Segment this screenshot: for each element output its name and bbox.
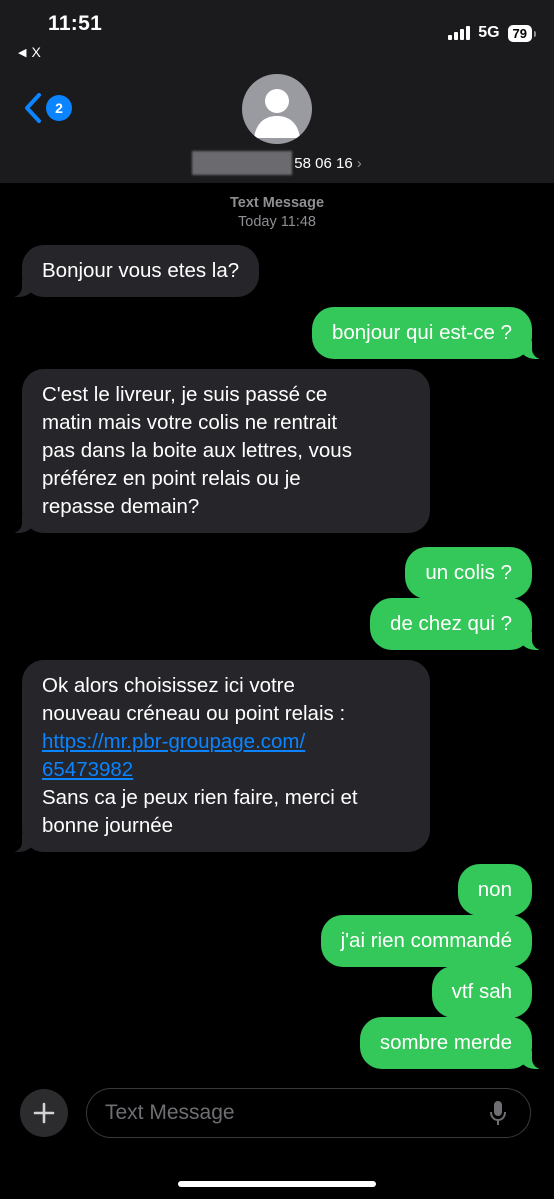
message-text: vtf sah [451,980,512,1003]
thread-timestamp: Today 11:48 [238,214,316,230]
contact-number: 58 06 16 [294,154,353,172]
message-outgoing[interactable]: j'ai rien commandé [320,915,532,967]
message-line: préférez en point relais ou je [42,467,301,490]
message-text: bonjour qui est-ce ? [331,321,512,344]
message-line: nouveau créneau ou point relais : [42,702,346,725]
return-app-label: X [31,44,41,60]
message-text: non [477,878,512,901]
message-outgoing[interactable]: vtf sah [431,966,532,1018]
message-incoming[interactable]: Bonjour vous etes la? [11,245,260,297]
message-link-line: 65473982 [42,758,134,781]
back-triangle-icon: ◀ [18,46,27,59]
contact-avatar[interactable] [242,74,312,144]
apps-button[interactable] [20,1089,68,1137]
thread-info: Text Message Today 11:48 [0,194,554,232]
thread-service-label: Text Message [229,195,325,211]
redacted-number [192,151,293,175]
chevron-left-icon [25,93,41,123]
message-line: Ok alors choisissez ici votre [42,674,295,697]
chevron-right-icon: › [356,154,362,172]
conversation-header: 11:51 ◀ X 5G 79 2 58 06 16 › [0,0,554,183]
message-text: sombre merde [379,1031,512,1054]
plus-icon [33,1102,55,1124]
message-input[interactable] [87,1101,482,1125]
signal-icon [448,26,471,40]
network-label: 5G [478,24,500,41]
message-line: matin mais votre colis ne rentrait [42,411,338,434]
message-input-container[interactable] [86,1088,531,1138]
dictation-button[interactable] [482,1097,514,1129]
unread-badge: 2 [46,95,72,121]
message-text: un colis ? [425,561,512,584]
person-icon [254,89,300,138]
status-time: 11:51 [48,12,103,35]
back-button[interactable]: 2 [22,92,72,124]
message-text: de chez qui ? [390,612,512,635]
message-outgoing[interactable]: sombre merde [359,1017,543,1069]
home-indicator[interactable] [178,1181,376,1187]
message-incoming[interactable]: C'est le livreur, je suis passé ce matin… [12,369,430,533]
battery-level: 79 [512,25,527,41]
message-outgoing[interactable]: non [457,864,532,916]
return-to-app[interactable]: ◀ X [18,44,41,60]
message-text: j'ai rien commandé [340,929,512,952]
message-line: Sans ca je peux rien faire, merci et [42,786,358,809]
message-outgoing[interactable]: de chez qui ? [370,598,542,650]
message-link[interactable]: https://mr.pbr-groupage.com/ 65473982 [42,728,410,784]
message-text: Bonjour vous etes la? [42,259,240,282]
message-incoming[interactable]: Ok alors choisissez ici votre nouveau cr… [12,660,430,852]
message-outgoing[interactable]: bonjour qui est-ce ? [311,307,543,359]
message-line: pas dans la boite aux lettres, vous [42,439,352,462]
battery-icon: 79 [507,24,537,42]
message-line: repasse demain? [42,495,200,518]
contact-name-button[interactable]: 58 06 16 › [0,148,554,178]
message-line: bonne journée [42,814,174,837]
microphone-icon [490,1101,506,1125]
messages-screen: 11:51 ◀ X 5G 79 2 58 06 16 › Text Messag… [0,0,554,1199]
status-indicators: 5G 79 [448,24,537,42]
message-outgoing[interactable]: un colis ? [405,547,532,599]
message-link-line: https://mr.pbr-groupage.com/ [42,730,306,753]
message-line: C'est le livreur, je suis passé ce [42,383,328,406]
